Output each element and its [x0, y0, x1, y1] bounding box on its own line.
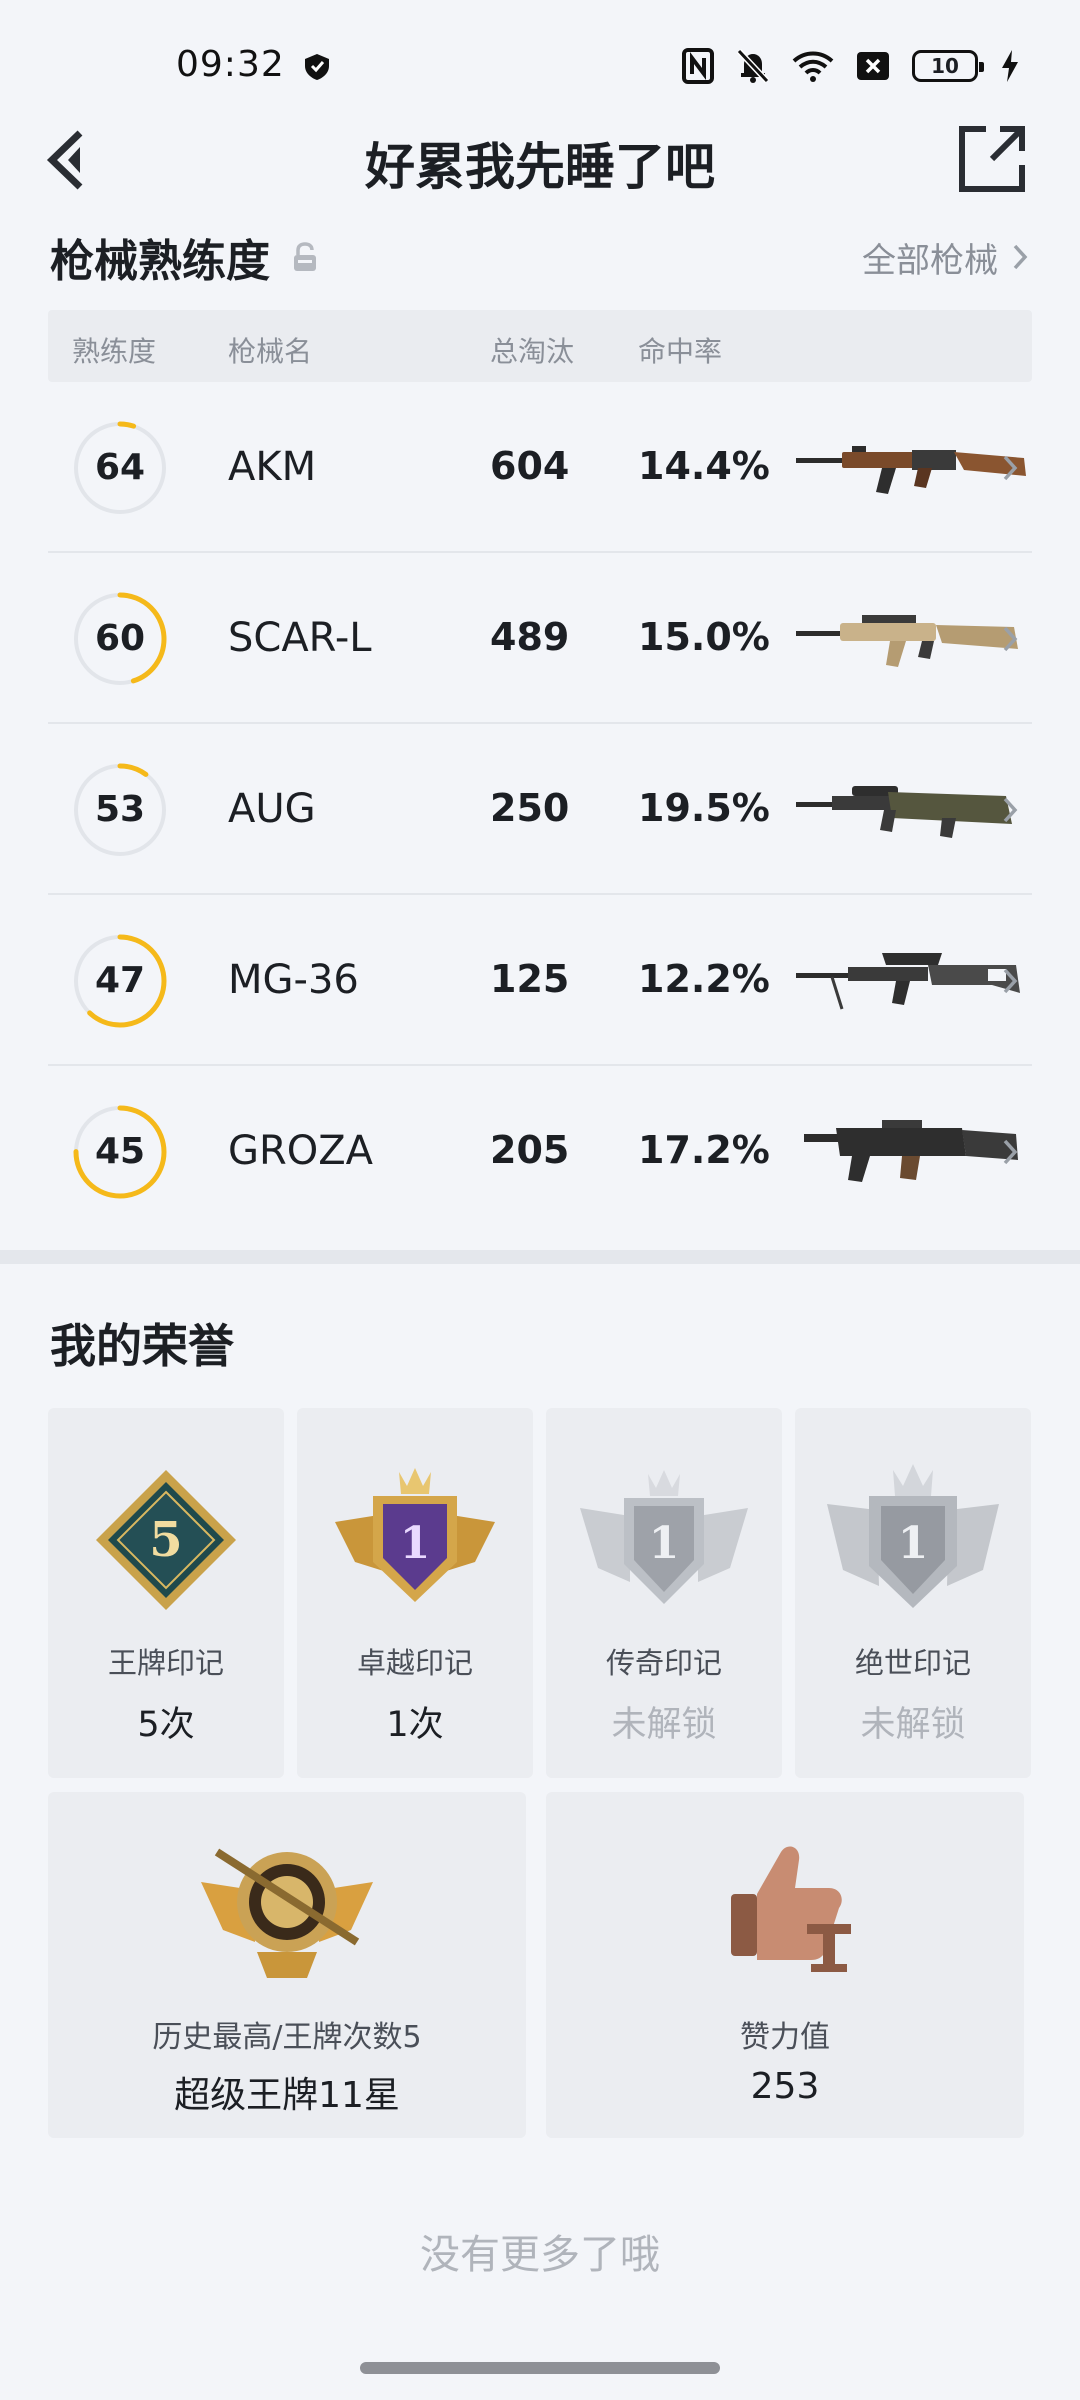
battery-icon: 10	[912, 50, 984, 82]
weapon-list: 64 AKM 604 14.4% 60 SCAR-L 489 15.0% 53 …	[48, 382, 1032, 1237]
mastery-ring: 45	[72, 1104, 168, 1200]
badge-value: 1次	[386, 1705, 444, 1745]
chevron-right-icon	[1013, 244, 1028, 270]
badge-label: 绝世印记	[854, 1646, 971, 1680]
highest-rank-label: 历史最高/王牌次数5	[152, 2020, 422, 2055]
weapon-eliminations: 489	[490, 615, 570, 659]
battery-level: 10	[931, 54, 959, 78]
charging-icon	[1002, 50, 1018, 82]
all-weapons-label: 全部枪械	[862, 240, 998, 281]
excellence-emblem-icon: 1	[335, 1468, 495, 1602]
weapon-hit-rate: 17.2%	[638, 1128, 770, 1172]
app-header: 好累我先睡了吧	[0, 115, 1080, 205]
badge-value: 未解锁	[611, 1705, 717, 1745]
weapon-row[interactable]: 60 SCAR-L 489 15.0%	[48, 553, 1032, 724]
chevron-right-icon	[1003, 1139, 1018, 1165]
weapon-eliminations: 125	[490, 957, 570, 1001]
sim-off-icon	[857, 52, 889, 80]
bell-muted-icon	[736, 48, 770, 84]
aug-rifle-image	[796, 786, 1012, 838]
weapon-hit-rate: 19.5%	[638, 786, 770, 830]
likes-value: 253	[750, 2066, 820, 2107]
section-title: 枪械熟练度	[50, 236, 270, 287]
lock-icon	[294, 242, 316, 271]
column-header: 命中率	[638, 335, 723, 368]
nfc-icon	[682, 48, 714, 84]
ace-rank-emblem-icon	[201, 1848, 373, 1978]
weapon-name: GROZA	[228, 1128, 374, 1174]
mastery-ring: 60	[72, 591, 168, 687]
chevron-right-icon	[1003, 626, 1018, 652]
likes-card[interactable]: 赞力值 253	[546, 1792, 1024, 2138]
weapon-hit-rate: 14.4%	[638, 444, 770, 488]
mastery-ring: 64	[72, 420, 168, 516]
badge-label: 卓越印记	[356, 1646, 473, 1680]
honors-title: 我的荣誉	[50, 1319, 234, 1373]
highest-rank-value: 超级王牌11星	[174, 2075, 400, 2116]
column-header: 总淘汰	[490, 335, 575, 368]
wifi-icon	[792, 51, 834, 82]
weapon-section-header: 枪械熟练度 全部枪械	[50, 222, 1028, 292]
mastery-level: 45	[94, 1131, 146, 1172]
svg-text:1: 1	[649, 1518, 680, 1569]
weapon-table-header: 熟练度 枪械名 总淘汰 命中率	[48, 310, 1032, 382]
weapon-hit-rate: 15.0%	[638, 615, 770, 659]
weapon-name: SCAR-L	[228, 615, 372, 661]
mg36-rifle-image	[796, 953, 1020, 1010]
shield-icon	[305, 54, 329, 80]
badge-label: 王牌印记	[107, 1646, 224, 1680]
all-weapons-link[interactable]: 全部枪械	[862, 233, 1028, 282]
weapon-eliminations: 205	[490, 1128, 570, 1172]
groza-rifle-image	[804, 1120, 1018, 1182]
weapon-hit-rate: 12.2%	[638, 957, 770, 1001]
column-header: 枪械名	[228, 335, 313, 368]
weapon-name: AUG	[228, 786, 316, 832]
akm-rifle-image	[796, 446, 1026, 494]
badge-value: 未解锁	[860, 1705, 966, 1745]
weapon-row[interactable]: 53 AUG 250 19.5%	[48, 724, 1032, 895]
likes-label: 赞力值	[740, 2020, 830, 2055]
status-time: 09:32	[176, 44, 285, 85]
legend-badge-card[interactable]: 1 传奇印记 未解锁	[546, 1408, 782, 1778]
mastery-level: 60	[94, 618, 146, 659]
highest-rank-card[interactable]: 历史最高/王牌次数5 超级王牌11星	[48, 1792, 526, 2138]
weapon-name: AKM	[228, 444, 317, 490]
end-of-list-text: 没有更多了哦	[420, 2232, 660, 2278]
share-button[interactable]	[956, 123, 1028, 195]
weapon-row[interactable]: 45 GROZA 205 17.2%	[48, 1066, 1032, 1237]
svg-text:1: 1	[400, 1518, 431, 1569]
column-header: 熟练度	[72, 335, 157, 368]
legend-emblem-icon: 1	[580, 1470, 748, 1604]
thumbs-up-icon	[731, 1846, 851, 1972]
ace-badge-card[interactable]: 5 王牌印记 5次	[48, 1408, 284, 1778]
weapon-eliminations: 604	[490, 444, 570, 488]
svg-text:1: 1	[898, 1518, 929, 1569]
supreme-emblem-icon: 1	[827, 1464, 999, 1608]
weapon-row[interactable]: 64 AKM 604 14.4%	[48, 382, 1032, 553]
excellence-badge-card[interactable]: 1 卓越印记 1次	[297, 1408, 533, 1778]
supreme-badge-card[interactable]: 1 绝世印记 未解锁	[795, 1408, 1031, 1778]
mastery-ring: 53	[72, 762, 168, 858]
weapon-eliminations: 250	[490, 786, 570, 830]
mastery-ring: 47	[72, 933, 168, 1029]
mastery-level: 64	[94, 447, 146, 488]
mastery-level: 47	[94, 960, 146, 1001]
section-divider	[0, 1250, 1080, 1264]
weapon-name: MG-36	[228, 957, 359, 1003]
page-title: 好累我先睡了吧	[365, 138, 715, 196]
home-indicator[interactable]	[360, 2362, 720, 2374]
ace-emblem-icon: 5	[96, 1470, 236, 1610]
chevron-right-icon	[1003, 968, 1018, 994]
badge-label: 传奇印记	[605, 1646, 722, 1680]
chevron-right-icon	[1003, 797, 1018, 823]
svg-text:5: 5	[149, 1512, 182, 1568]
chevron-right-icon	[1003, 455, 1018, 481]
scar-l-rifle-image	[796, 615, 1018, 667]
badge-value: 5次	[137, 1705, 195, 1745]
mastery-level: 53	[94, 789, 146, 830]
weapon-row[interactable]: 47 MG-36 125 12.2%	[48, 895, 1032, 1066]
